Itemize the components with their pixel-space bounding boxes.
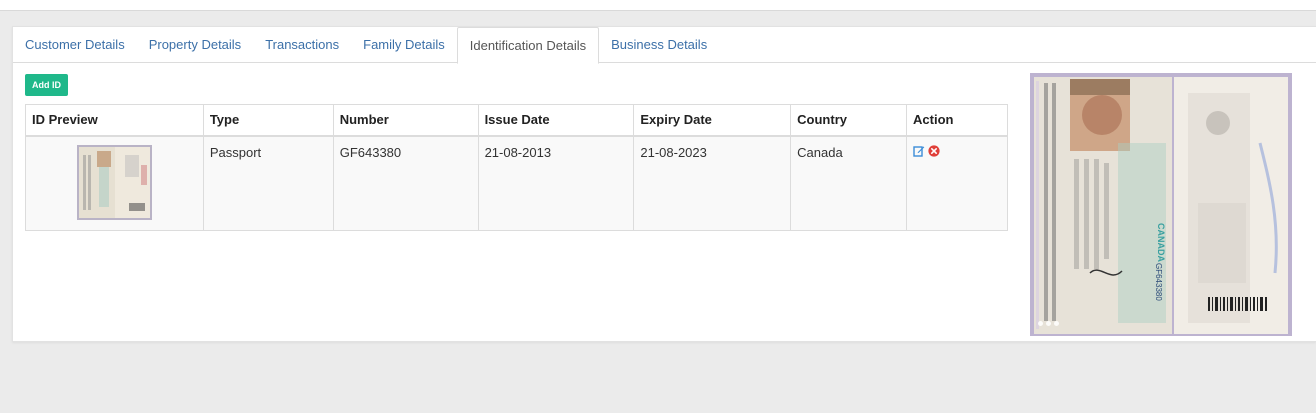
number-cell: GF643380 bbox=[332, 135, 479, 231]
preview-country-text: CANADA bbox=[1156, 223, 1166, 262]
expiry-date-cell: 21-08-2023 bbox=[633, 135, 792, 231]
carousel-dot[interactable] bbox=[1054, 321, 1059, 326]
tab-identification-details[interactable]: Identification Details bbox=[456, 27, 600, 64]
tab-customer-details[interactable]: Customer Details bbox=[13, 27, 137, 63]
table-row: Passport GF643380 21-08-2013 21-08-2023 … bbox=[25, 135, 1008, 231]
preview-number-text: GF643380 bbox=[1154, 263, 1163, 301]
table-header-row: ID Preview Type Number Issue Date Expiry… bbox=[25, 104, 1008, 137]
id-image-preview[interactable]: CANADA GF643380 bbox=[1030, 73, 1292, 336]
tab-property-details[interactable]: Property Details bbox=[137, 27, 253, 63]
action-icons bbox=[913, 145, 1001, 157]
preview-carousel-dots[interactable] bbox=[1038, 321, 1059, 326]
add-id-button[interactable]: Add ID bbox=[25, 74, 68, 96]
column-header-expiry-date: Expiry Date bbox=[633, 104, 792, 137]
tab-bar: Customer Details Property Details Transa… bbox=[13, 27, 1316, 64]
column-header-action: Action bbox=[906, 104, 1008, 137]
action-cell bbox=[906, 135, 1008, 231]
id-table: ID Preview Type Number Issue Date Expiry… bbox=[25, 104, 1008, 231]
id-thumbnail[interactable] bbox=[76, 145, 152, 220]
tab-family-details[interactable]: Family Details bbox=[351, 27, 457, 63]
country-cell: Canada bbox=[790, 135, 908, 231]
column-header-type: Type bbox=[202, 104, 334, 137]
column-header-number: Number bbox=[332, 104, 479, 137]
top-bar bbox=[0, 0, 1316, 11]
column-header-id-preview: ID Preview bbox=[25, 104, 204, 137]
column-header-issue-date: Issue Date bbox=[477, 104, 635, 137]
issue-date-cell: 21-08-2013 bbox=[477, 135, 635, 231]
column-header-country: Country bbox=[790, 104, 908, 137]
type-cell: Passport bbox=[202, 135, 334, 231]
tab-transactions[interactable]: Transactions bbox=[253, 27, 351, 63]
tab-business-details[interactable]: Business Details bbox=[599, 27, 719, 63]
id-preview-cell bbox=[25, 135, 204, 231]
delete-icon[interactable] bbox=[928, 145, 940, 157]
edit-icon[interactable] bbox=[913, 145, 925, 157]
carousel-dot[interactable] bbox=[1046, 321, 1051, 326]
carousel-dot[interactable] bbox=[1038, 321, 1043, 326]
